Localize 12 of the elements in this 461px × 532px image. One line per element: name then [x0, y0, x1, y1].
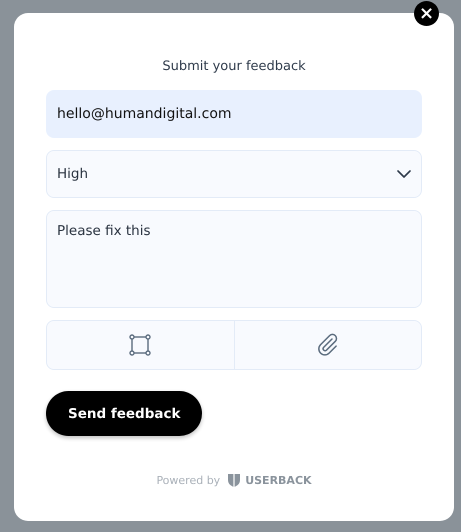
brand-name: USERBACK — [245, 474, 312, 487]
close-button[interactable]: × — [414, 1, 439, 26]
chevron-down-icon — [397, 170, 411, 178]
message-field[interactable]: Please fix this — [46, 210, 422, 308]
paperclip-icon — [316, 332, 340, 358]
crop-frame-icon — [129, 334, 152, 356]
email-field[interactable]: hello@humandigital.com — [46, 90, 422, 138]
shield-icon — [228, 474, 240, 487]
priority-select[interactable]: High — [46, 150, 422, 198]
dialog-title: Submit your feedback — [161, 59, 307, 74]
send-feedback-button[interactable]: Send feedback — [46, 391, 202, 436]
powered-by-text: Powered by — [156, 474, 220, 487]
